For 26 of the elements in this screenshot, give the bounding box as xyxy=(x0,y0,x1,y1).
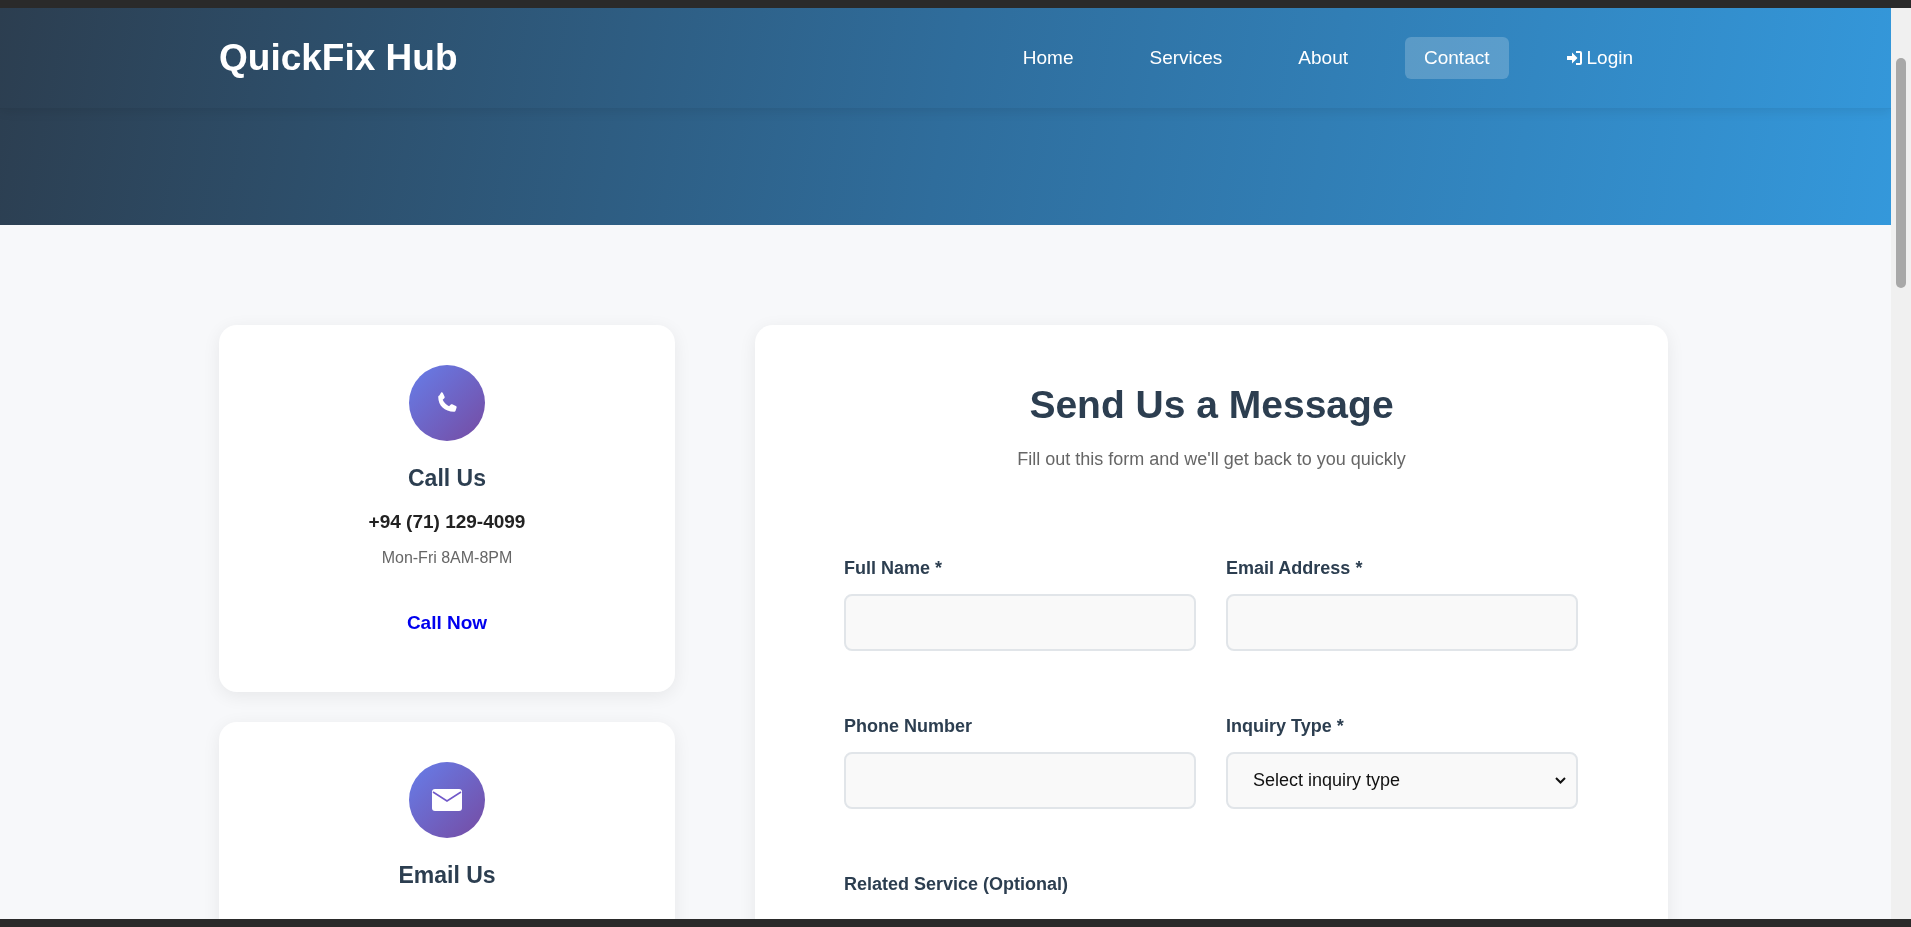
input-field[interactable] xyxy=(844,752,1196,809)
scrollbar-thumb[interactable] xyxy=(1896,58,1906,288)
input-field[interactable] xyxy=(844,594,1196,651)
login-link[interactable]: Login xyxy=(1546,37,1652,79)
input-field[interactable] xyxy=(1226,594,1578,651)
field-label: Email Address * xyxy=(1226,558,1364,579)
phone-number: +94 (71) 129-4099 xyxy=(368,511,526,533)
sign-in-icon xyxy=(1565,50,1583,66)
field-label: Phone Number xyxy=(844,716,973,737)
hours-text: Mon-Fri 8AM-8PM xyxy=(381,549,513,567)
field-label: Inquiry Type * xyxy=(1226,716,1345,737)
card-title: Call Us xyxy=(408,465,486,492)
nav-link[interactable]: Home xyxy=(1003,37,1093,79)
chevron-down-icon xyxy=(1555,777,1566,784)
field-label: Full Name * xyxy=(844,558,944,579)
call-now-link[interactable]: Call Now xyxy=(406,612,488,634)
scrollbar[interactable] xyxy=(1891,8,1911,919)
select-field[interactable]: Select inquiry type xyxy=(1226,752,1578,809)
nav-link[interactable]: Services xyxy=(1130,37,1242,79)
site-logo[interactable]: QuickFix Hub xyxy=(219,37,458,79)
card-title: Email Us xyxy=(398,862,496,889)
nav-link[interactable]: About xyxy=(1279,37,1367,79)
form-subtitle: Fill out this form and we'll get back to you quickly xyxy=(1016,449,1407,470)
nav-link[interactable]: Contact xyxy=(1405,37,1509,79)
field-label: Related Service (Optional) xyxy=(844,874,1070,895)
form-title: Send Us a Message xyxy=(1028,383,1395,427)
